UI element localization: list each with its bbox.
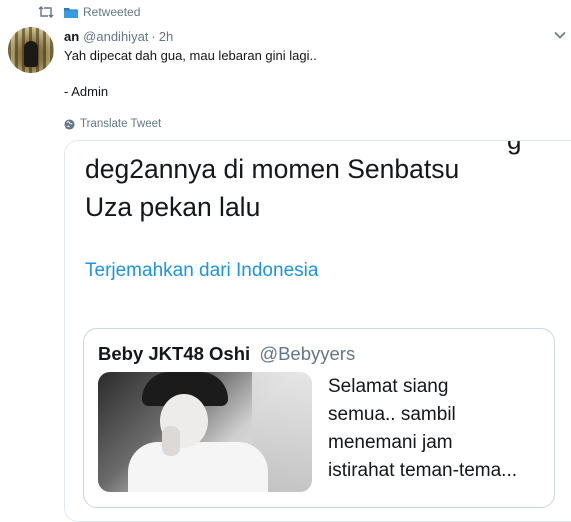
tweet-header: an @andihiyat · 2h (64, 27, 173, 45)
retweet-icon (38, 6, 54, 18)
retweet-indicator: Retweeted (38, 4, 140, 20)
quoted-tweet[interactable]: Beby JKT48 Oshi @Bebyyers Selamat siang … (83, 328, 555, 508)
quoted-display-name[interactable]: Beby JKT48 Oshi (98, 343, 250, 364)
avatar[interactable] (8, 27, 54, 73)
translate-tweet-label: Translate Tweet (80, 118, 162, 130)
display-name[interactable]: an (64, 29, 79, 44)
translate-tweet-link[interactable]: Translate Tweet (64, 116, 161, 132)
retweeted-label: Retweeted (83, 5, 141, 19)
quoted-user-handle[interactable]: @Bebyyers (259, 343, 355, 364)
quoted-tweet-image[interactable] (98, 372, 312, 492)
tweet-text: Yah dipecat dah gua, mau lebaran gini la… (64, 47, 317, 101)
separator-dot: · (151, 28, 156, 44)
quoted-tweet-header: Beby JKT48 Oshi @Bebyyers (98, 343, 355, 365)
tweet-text-line-3: - Admin (64, 84, 109, 99)
globe-icon (64, 118, 75, 130)
tweet-text-line-1: Yah dipecat dah gua, mau lebaran gini la… (64, 48, 317, 63)
translate-link[interactable]: Terjemahkan dari Indonesia (85, 260, 318, 282)
chevron-down-icon[interactable] (553, 28, 567, 42)
card-tweet-text: deg2annya di momen Senbatsu Uza pekan la… (85, 154, 460, 222)
user-handle[interactable]: @andihiyat (83, 29, 148, 44)
embedded-tweet-card[interactable]: g deg2annya di momen Senbatsu Uza pekan … (64, 140, 571, 522)
folder-icon (64, 8, 78, 18)
quoted-tweet-text: Selamat siang semua.. sambil menemani ja… (328, 376, 518, 481)
partial-text-line: g (507, 140, 522, 155)
timestamp[interactable]: 2h (159, 29, 173, 44)
